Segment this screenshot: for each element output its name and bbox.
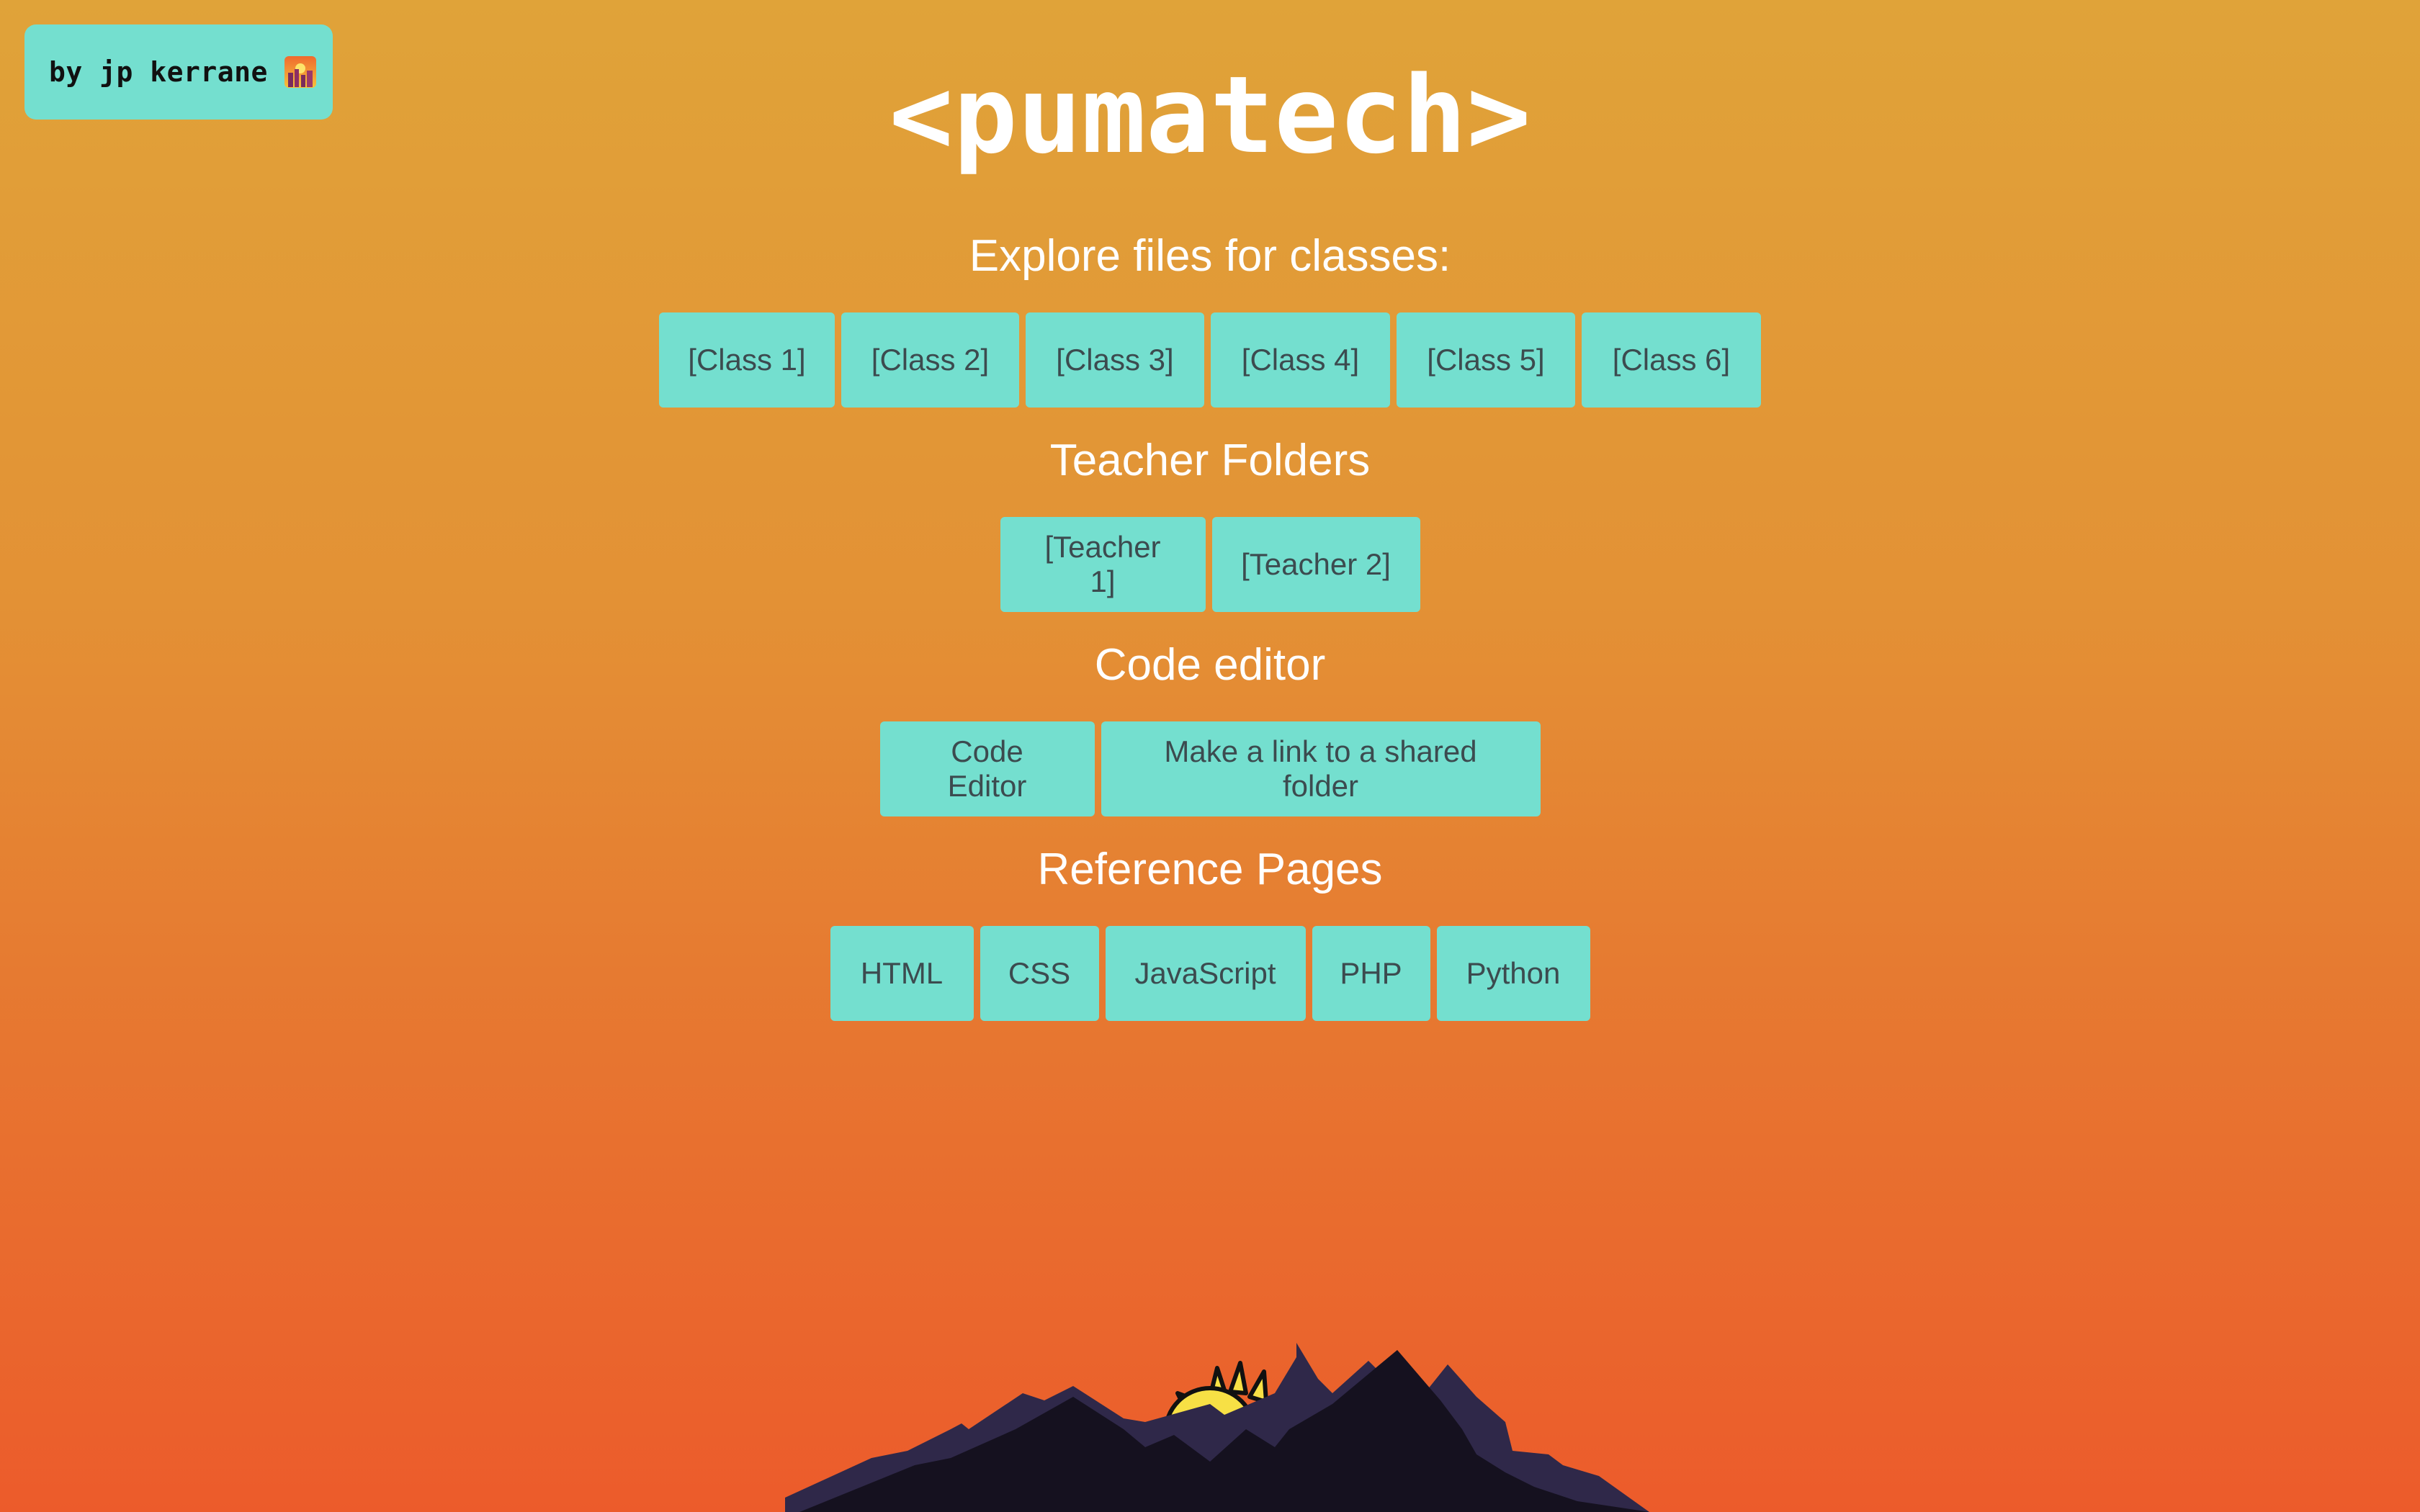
python-reference-button[interactable]: Python bbox=[1436, 926, 1590, 1021]
editor-buttons-row: Code Editor Make a link to a shared fold… bbox=[0, 721, 2420, 816]
mountains-with-rising-sun-illustration bbox=[785, 1343, 1649, 1512]
class-6-button[interactable]: [Class 6] bbox=[1582, 312, 1761, 408]
teacher-folders-heading: Teacher Folders bbox=[1049, 436, 1371, 485]
shared-folder-link-button[interactable]: Make a link to a shared folder bbox=[1101, 721, 1541, 816]
code-editor-button[interactable]: Code Editor bbox=[879, 721, 1095, 816]
class-3-button[interactable]: [Class 3] bbox=[1026, 312, 1204, 408]
css-reference-button[interactable]: CSS bbox=[980, 926, 1099, 1021]
class-buttons-row: [Class 1] [Class 2] [Class 3] [Class 4] … bbox=[0, 312, 2420, 408]
class-4-button[interactable]: [Class 4] bbox=[1211, 312, 1390, 408]
class-5-button[interactable]: [Class 5] bbox=[1397, 312, 1575, 408]
html-reference-button[interactable]: HTML bbox=[830, 926, 974, 1021]
javascript-reference-button[interactable]: JavaScript bbox=[1105, 926, 1306, 1021]
code-editor-heading: Code editor bbox=[1094, 640, 1326, 690]
teacher-2-button[interactable]: [Teacher 2] bbox=[1211, 517, 1420, 612]
teacher-buttons-row: [Teacher 1] [Teacher 2] bbox=[0, 517, 2420, 612]
class-2-button[interactable]: [Class 2] bbox=[841, 312, 1019, 408]
site-title: <pumatech> bbox=[889, 53, 1531, 177]
php-reference-button[interactable]: PHP bbox=[1312, 926, 1430, 1021]
class-1-button[interactable]: [Class 1] bbox=[659, 312, 835, 408]
classes-heading: Explore files for classes: bbox=[969, 231, 1451, 281]
reference-pages-heading: Reference Pages bbox=[1037, 845, 1383, 894]
teacher-1-button[interactable]: [Teacher 1] bbox=[1000, 517, 1206, 612]
reference-buttons-row: HTML CSS JavaScript PHP Python bbox=[0, 926, 2420, 1021]
